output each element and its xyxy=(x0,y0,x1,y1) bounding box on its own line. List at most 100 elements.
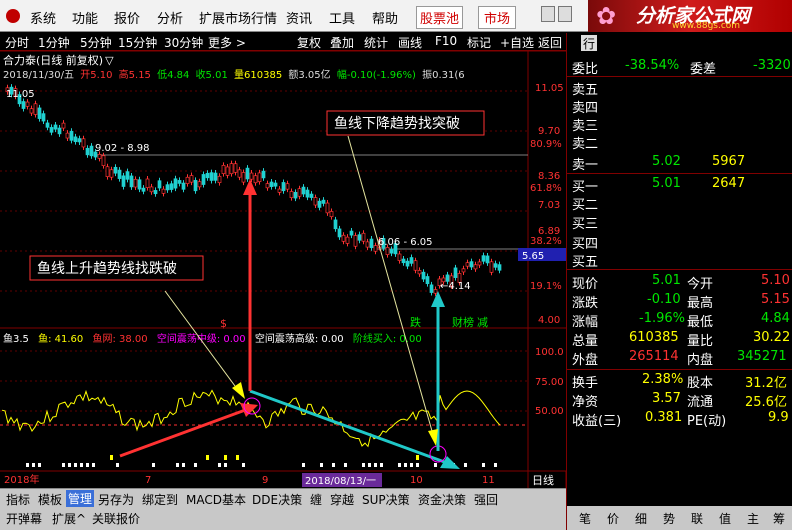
candle xyxy=(65,132,70,139)
candle xyxy=(493,263,498,268)
candle xyxy=(97,153,102,159)
period-1m[interactable]: 1分钟 xyxy=(38,34,70,51)
linked-quote-button[interactable]: 关联报价 xyxy=(92,510,140,527)
quote-label: 量比 xyxy=(687,334,714,349)
menu-stock-pool[interactable]: 股票池 xyxy=(416,6,464,29)
menu-quote[interactable]: 报价 xyxy=(114,8,140,27)
candle xyxy=(357,234,362,241)
candle xyxy=(297,188,302,197)
tab-main[interactable]: 主 xyxy=(747,510,759,527)
bottom-tab[interactable]: DDE决策 xyxy=(252,491,302,508)
menu-help[interactable]: 帮助 xyxy=(372,8,398,27)
price-axis-label: 11.05 xyxy=(535,83,564,94)
candle xyxy=(185,176,190,184)
hdr-open: 开5.10 xyxy=(80,70,112,81)
candle xyxy=(257,172,262,183)
candle xyxy=(241,172,246,183)
signal-dot xyxy=(32,463,35,467)
signal-dot xyxy=(332,463,335,467)
menu-news[interactable]: 资讯 xyxy=(286,8,312,27)
mark-button[interactable]: 标记 xyxy=(467,34,491,51)
bottom-tab[interactable]: 穿越 xyxy=(330,491,354,508)
bottom-tab[interactable]: 模板 xyxy=(38,491,62,508)
more-periods-button[interactable]: 更多 > xyxy=(208,34,246,51)
signal-dot xyxy=(398,463,401,467)
signal-dot xyxy=(74,463,77,467)
danmaku-toggle[interactable]: 开弹幕 xyxy=(6,510,42,527)
period-30m[interactable]: 30分钟 xyxy=(164,34,203,51)
candle xyxy=(421,271,426,280)
menu-system[interactable]: 系统 xyxy=(30,8,56,27)
bottom-tab-active[interactable]: 管理 xyxy=(66,490,95,507)
candle xyxy=(169,183,174,190)
quote-label: PE(动) xyxy=(687,414,727,429)
hdr-high: 高5.15 xyxy=(119,68,151,81)
candle xyxy=(177,180,182,184)
menu-function[interactable]: 功能 xyxy=(72,8,98,27)
fq-button[interactable]: 复权 xyxy=(297,34,321,51)
candle xyxy=(197,181,202,188)
bottom-tab[interactable]: MACD基本 xyxy=(186,491,246,508)
candle xyxy=(133,178,138,188)
bottom-tab[interactable]: SUP决策 xyxy=(362,491,410,508)
menu-bar: 系统 功能 报价 分析 扩展市场行情 资讯 工具 帮助 股票池 市场 ✿ 分析家… xyxy=(0,0,792,32)
tab-related[interactable]: 联 xyxy=(691,510,703,527)
ind-axis-label: 50.00 xyxy=(535,406,564,417)
tab-value[interactable]: 值 xyxy=(719,510,731,527)
signal-dot xyxy=(26,463,29,467)
signal-dot-yellow xyxy=(416,455,419,460)
stats-button[interactable]: 统计 xyxy=(364,34,388,51)
candle xyxy=(321,199,326,204)
candle xyxy=(153,190,158,195)
ind-name[interactable]: 鱼3.5 xyxy=(3,332,29,345)
bottom-tab[interactable]: 资金决策 xyxy=(418,491,466,508)
candle xyxy=(369,238,374,249)
candle xyxy=(113,166,118,174)
low-price-label: 4.14 xyxy=(448,281,470,292)
signal-dot xyxy=(362,463,365,467)
candle xyxy=(433,289,438,294)
window-restore-button[interactable] xyxy=(558,6,572,22)
period-fs[interactable]: 分时 xyxy=(5,34,29,51)
tab-trades[interactable]: 笔 xyxy=(579,510,591,527)
ask-level: 卖五 xyxy=(572,83,599,98)
bottom-tab[interactable]: 强回 xyxy=(474,491,498,508)
signal-dot xyxy=(218,463,221,467)
row-toggle-button[interactable]: 行 xyxy=(581,35,598,52)
kline-chart[interactable]: 合力泰(日线 前复权) ▽ 2018/11/30/五 开5.10 高5.15 低4… xyxy=(0,51,566,491)
quote-label: 外盘 xyxy=(572,353,599,368)
menu-ext-market[interactable]: 扩展市场行情 xyxy=(199,8,277,27)
period-15m[interactable]: 15分钟 xyxy=(118,34,157,51)
window-minimize-button[interactable] xyxy=(541,6,555,22)
candle xyxy=(329,211,334,218)
tab-price[interactable]: 价 xyxy=(607,510,619,527)
bottom-tab[interactable]: 缠 xyxy=(310,491,322,508)
signal-dot xyxy=(374,463,377,467)
chart-menu-icon[interactable]: ▽ xyxy=(105,54,114,67)
menu-analysis[interactable]: 分析 xyxy=(157,8,183,27)
bottom-tab[interactable]: 另存为 xyxy=(98,491,134,508)
quote-value: 5.15 xyxy=(761,292,790,307)
quote-tabs: 笔 价 细 势 联 值 主 筹 xyxy=(567,506,792,530)
tab-detail[interactable]: 细 xyxy=(635,510,647,527)
bottom-tab[interactable]: 绑定到 xyxy=(142,491,178,508)
signal-dot-yellow xyxy=(206,455,209,460)
candle xyxy=(401,258,406,264)
quote-value: 0.381 xyxy=(645,410,683,425)
tab-trend[interactable]: 势 xyxy=(663,510,675,527)
extend-button[interactable]: 扩展^ xyxy=(52,510,86,527)
bottom-tab[interactable]: 指标 xyxy=(6,491,30,508)
draw-button[interactable]: 画线 xyxy=(398,34,422,51)
period-5m[interactable]: 5分钟 xyxy=(80,34,112,51)
candle xyxy=(361,232,366,242)
candle xyxy=(141,187,146,192)
menu-market[interactable]: 市场 xyxy=(478,6,517,29)
overlay-button[interactable]: 叠加 xyxy=(330,34,354,51)
f10-button[interactable]: F10 xyxy=(435,34,457,48)
tab-chips[interactable]: 筹 xyxy=(773,510,785,527)
signal-dot xyxy=(92,463,95,467)
add-favorite-button[interactable]: +自选 xyxy=(500,34,534,51)
candle xyxy=(305,189,310,198)
back-button[interactable]: 返回 xyxy=(538,34,562,51)
menu-tools[interactable]: 工具 xyxy=(329,8,355,27)
